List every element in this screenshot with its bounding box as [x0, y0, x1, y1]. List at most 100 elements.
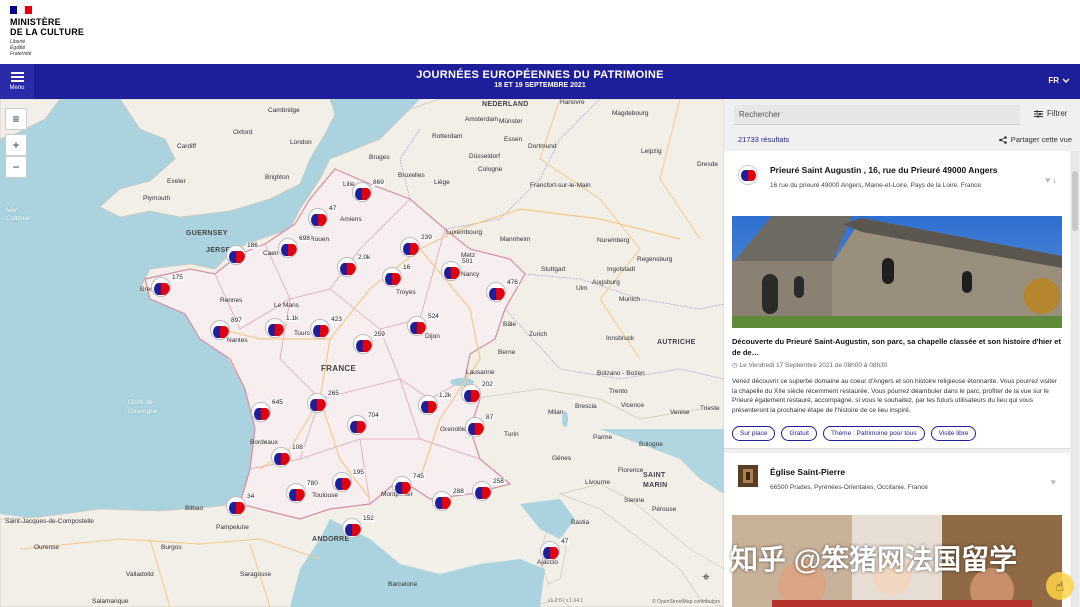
map-label-nederland: NEDERLAND — [482, 101, 529, 108]
map-label-berne: Berne — [498, 349, 516, 356]
map-cluster-marker[interactable]: 1.2k — [418, 392, 453, 417]
share-button[interactable]: Partager cette vue — [998, 135, 1072, 144]
map-label-cambridge: Cambridge — [268, 107, 300, 114]
map-label-essen: Essen — [504, 136, 523, 143]
map-cluster-marker[interactable]: 501 — [441, 258, 474, 283]
map-cluster-marker[interactable]: 258 — [472, 478, 505, 503]
result-card[interactable]: Église Saint-Pierre 66500 Prades, Pyréné… — [724, 453, 1070, 607]
results-scrollbar[interactable] — [1071, 151, 1079, 607]
map-attribution[interactable]: © OpenStreetMap contributors — [652, 599, 720, 605]
map-cluster-marker[interactable]: 423 — [310, 316, 343, 341]
ministry-logo[interactable]: MINISTÈRE DE LA CULTURE Liberté Égalité … — [10, 6, 100, 57]
results-panel: Filtrer 21733 résultats Partager cette v… — [724, 99, 1080, 607]
result-card-header: Prieuré Saint Augustin , 16, rue du Prie… — [724, 151, 1070, 201]
map-label-caen: Caen — [263, 250, 279, 257]
map-cluster-marker[interactable]: 897 — [210, 317, 243, 342]
map-cluster-marker[interactable]: 869 — [352, 179, 385, 204]
tag-chip[interactable]: Sur place — [732, 426, 776, 441]
ministry-name-line1: MINISTÈRE — [10, 17, 61, 27]
filter-label: Filtrer — [1047, 109, 1068, 118]
map-cluster-marker[interactable]: 1.1k — [265, 315, 300, 340]
map-label-zurich: Zurich — [529, 331, 548, 338]
map-cluster-marker[interactable]: 645 — [251, 399, 284, 424]
map-cluster-marker[interactable]: 195 — [332, 469, 365, 494]
map-cluster-marker[interactable]: 152 — [342, 515, 375, 540]
result-address: 66500 Prades, Pyrénées-Orientales, Occit… — [770, 484, 928, 491]
tag-chip[interactable]: Gratuit — [781, 426, 817, 441]
favorite-button[interactable]: ♥ 1 — [1045, 175, 1056, 185]
map-cluster-marker[interactable]: 476 — [486, 279, 519, 304]
favorite-button[interactable]: ♥ — [1051, 477, 1056, 487]
map-label-london: London — [290, 139, 312, 146]
map-label-mer: Mer — [6, 207, 18, 214]
map-label-regensburg: Regensburg — [637, 256, 673, 263]
map-label-marin: MARIN — [643, 482, 668, 489]
map-cluster-marker[interactable]: 288 — [432, 488, 465, 513]
map-cluster-marker[interactable]: 745 — [392, 473, 425, 498]
ministry-name-line2: DE LA CULTURE — [10, 27, 85, 37]
tag-chip[interactable]: Thème : Patrimoine pour tous — [822, 426, 925, 441]
map-label-rennes: Rennes — [220, 297, 243, 304]
language-selector[interactable]: FR — [1048, 76, 1070, 85]
page-title: JOURNÉES EUROPÉENNES DU PATRIMOINE — [416, 69, 664, 81]
map-label-valladolid: Valladolid — [126, 571, 154, 578]
map-cluster-marker[interactable]: 87 — [465, 414, 495, 439]
map-label-tours: Tours — [294, 330, 310, 337]
zoom-out-button[interactable]: − — [5, 156, 27, 178]
heart-icon: ♥ — [1045, 175, 1051, 185]
priory-photo — [732, 216, 1062, 328]
map-label-innsbruck: Innsbruck — [606, 335, 635, 342]
map-label-amiens: Amiens — [340, 216, 362, 223]
like-count: 1 — [1052, 179, 1056, 185]
map-cluster-marker[interactable]: 186 — [226, 242, 259, 267]
flag-icon — [10, 6, 32, 14]
event-title[interactable]: Découverte du Prieuré Saint-Augustin, so… — [732, 336, 1062, 358]
map-label-cologne: Cologne — [478, 166, 503, 173]
search-input[interactable] — [734, 105, 1020, 125]
map-label-dusseldorf: Düsseldorf — [469, 153, 501, 160]
locate-icon[interactable]: ⌖ — [697, 568, 715, 586]
map-label-trieste: Trieste — [700, 405, 720, 412]
map-cluster-marker[interactable]: 202 — [461, 381, 494, 406]
map-cluster-marker[interactable]: 704 — [347, 412, 380, 437]
map-label-grenoble: Grenoble — [440, 426, 467, 433]
map-view[interactable]: ≡ + − Cambridge Oxford Cardiff London Ex… — [0, 99, 724, 607]
map-cluster-marker[interactable]: 780 — [286, 480, 319, 505]
map-cluster-marker[interactable]: 47 — [540, 538, 570, 563]
map-label-guernsey: GUERNSEY — [186, 230, 228, 237]
map-label-santiago: Saint-Jacques-de-Compostelle — [5, 518, 94, 525]
map-label-barcelone: Barcelone — [388, 581, 418, 588]
map-cluster-marker[interactable]: 698 — [278, 235, 311, 260]
map-cluster-marker[interactable]: 34 — [226, 493, 256, 518]
result-title[interactable]: Prieuré Saint Augustin , 16, rue du Prie… — [770, 165, 998, 175]
map-label-cardiff: Cardiff — [177, 143, 197, 150]
result-card[interactable]: Prieuré Saint Augustin , 16, rue du Prie… — [724, 151, 1070, 449]
share-icon — [998, 135, 1007, 144]
zoom-in-button[interactable]: + — [5, 134, 27, 156]
map-label-bilbao: Bilbao — [185, 505, 204, 512]
feedback-icon[interactable]: ☝ — [1046, 572, 1074, 600]
layers-button[interactable]: ≡ — [5, 108, 27, 130]
map-cluster-marker[interactable]: 524 — [407, 313, 440, 338]
map-cluster-marker[interactable]: 265 — [307, 390, 340, 415]
map-cluster-marker[interactable]: 108 — [271, 444, 304, 469]
map-label-hanovre: Hanovre — [560, 99, 585, 106]
map-cluster-marker[interactable]: 2.0k — [337, 254, 372, 279]
map-label-pampelune: Pampelune — [216, 524, 249, 531]
map-cluster-marker[interactable]: 239 — [400, 234, 433, 259]
filter-button[interactable]: Filtrer — [1034, 109, 1067, 118]
share-label: Partager cette vue — [1010, 135, 1072, 144]
map-cluster-marker[interactable]: 16 — [382, 264, 412, 289]
map-label-brighton: Brighton — [265, 174, 290, 181]
result-title[interactable]: Église Saint-Pierre — [770, 467, 845, 477]
result-photo[interactable] — [732, 216, 1062, 328]
map-label-gascogne: Gascogne — [128, 408, 158, 415]
map-label-francfort: Francfort-sur-le-Main — [530, 182, 591, 189]
map-cluster-marker[interactable]: 175 — [151, 274, 184, 299]
map-label-nancy: Nancy — [461, 271, 480, 278]
map-label-vicence: Vicence — [621, 402, 645, 409]
tag-chip[interactable]: Visite libre — [930, 426, 977, 441]
map-cluster-marker[interactable]: 47 — [308, 205, 338, 230]
map-label-burgos: Burgos — [161, 544, 182, 551]
map-cluster-marker[interactable]: 259 — [353, 331, 386, 356]
